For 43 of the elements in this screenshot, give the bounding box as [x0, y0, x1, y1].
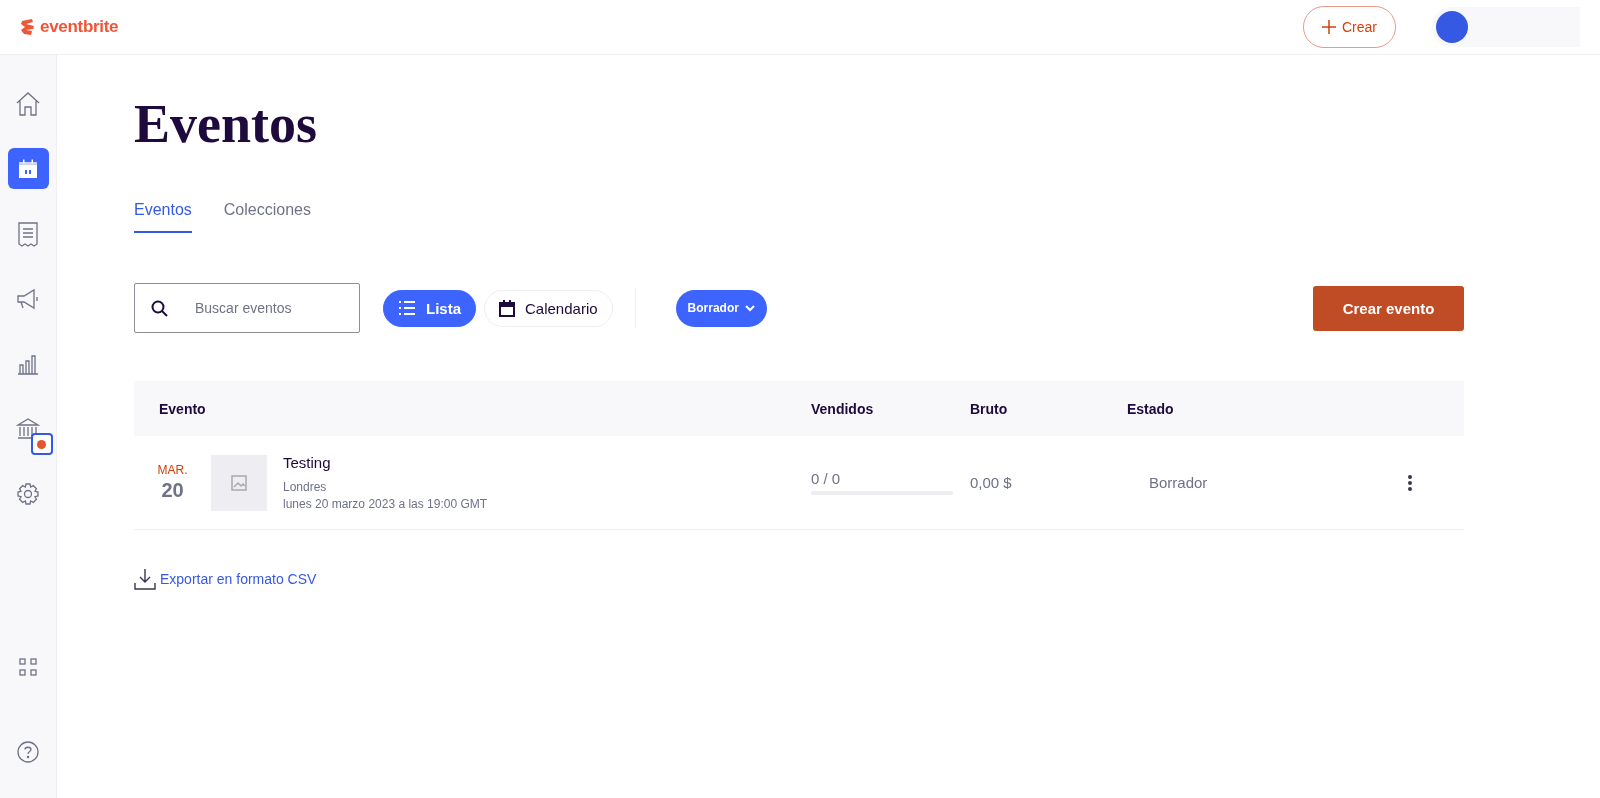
event-datetime: lunes 20 marzo 2023 a las 19:00 GMT [283, 497, 488, 511]
avatar [1436, 11, 1468, 43]
more-icon [1408, 474, 1412, 491]
event-month: MAR. [157, 463, 188, 477]
tab[interactable]: Colecciones [223, 201, 311, 233]
search-field[interactable]: Buscar eventos [134, 283, 360, 333]
apps-grid-icon [19, 657, 37, 676]
event-day: 20 [161, 479, 184, 502]
calendar-icon [17, 157, 39, 180]
gross-amount: 0,00 $ [970, 474, 1012, 491]
column-header: Bruto [970, 400, 1008, 417]
help-icon [17, 740, 39, 763]
image-icon [231, 474, 247, 491]
logo-icon [20, 18, 36, 36]
chevron-down-icon [744, 304, 755, 312]
plus-icon [1322, 20, 1336, 34]
calendar-icon [499, 299, 515, 317]
sidebar-item[interactable] [7, 148, 49, 189]
create-button[interactable]: Crear [1303, 6, 1396, 48]
search-icon [151, 300, 168, 317]
view-toggle[interactable]: Lista [383, 289, 476, 327]
column-header: Estado [1127, 400, 1174, 417]
export-csv-link[interactable]: Exportar en formato CSV [160, 571, 317, 587]
tab[interactable]: Eventos [134, 201, 192, 233]
home-icon [15, 90, 41, 117]
column-header: Vendidos [811, 400, 874, 417]
event-status: Borrador [1149, 474, 1208, 491]
list-icon [398, 300, 416, 316]
download-icon [134, 568, 156, 590]
tickets-sold: 0 / 0 [811, 470, 842, 487]
view-toggle[interactable]: Calendario [484, 289, 613, 327]
status-filter-dropdown[interactable]: Borrador [675, 289, 767, 327]
account-menu[interactable] [1432, 7, 1580, 47]
receipt-icon [17, 220, 39, 247]
settings-icon [16, 481, 40, 506]
page-title: Eventos [134, 93, 318, 155]
megaphone-icon [15, 286, 41, 311]
event-title[interactable]: Testing [283, 454, 488, 471]
event-location: Londres [283, 480, 328, 494]
bank-icon [16, 416, 40, 441]
create-event-button[interactable]: Crear evento [1313, 285, 1464, 331]
logo-text: eventbrite [40, 17, 119, 37]
column-header: Evento [159, 400, 206, 417]
